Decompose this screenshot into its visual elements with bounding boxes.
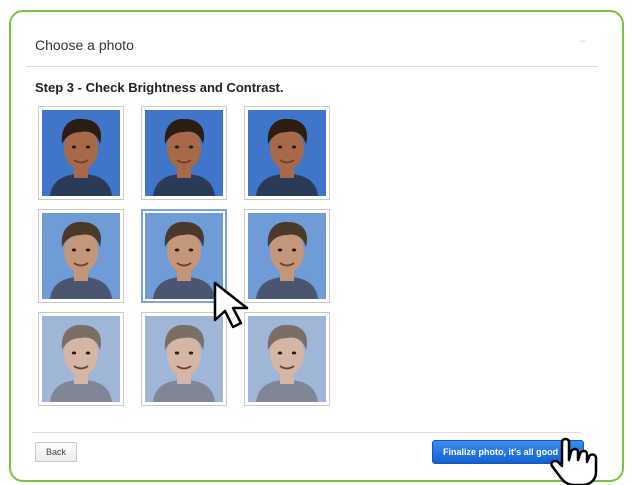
portrait-image xyxy=(42,316,120,402)
portrait-image xyxy=(248,110,326,196)
footer-divider xyxy=(32,432,582,433)
portrait-image xyxy=(248,316,326,402)
back-button[interactable]: Back xyxy=(35,442,77,462)
choose-photo-dialog: Choose a photo – Step 3 - Check Brightne… xyxy=(26,26,598,476)
step-title: Step 3 - Check Brightness and Contrast. xyxy=(35,80,284,95)
photo-thumbnail[interactable] xyxy=(244,106,330,200)
portrait-image xyxy=(248,213,326,299)
portrait-image xyxy=(42,213,120,299)
photo-thumbnail[interactable] xyxy=(38,312,124,406)
portrait-image xyxy=(145,110,223,196)
photo-thumbnail[interactable] xyxy=(141,106,227,200)
portrait-image xyxy=(42,110,120,196)
close-icon[interactable]: – xyxy=(580,35,586,47)
hand-cursor-icon xyxy=(550,437,598,485)
arrow-cursor-icon xyxy=(213,281,249,329)
dialog-title: Choose a photo xyxy=(35,37,134,53)
photo-thumbnail[interactable] xyxy=(38,209,124,303)
photo-thumbnail[interactable] xyxy=(38,106,124,200)
dialog-header: Choose a photo – xyxy=(26,26,598,67)
